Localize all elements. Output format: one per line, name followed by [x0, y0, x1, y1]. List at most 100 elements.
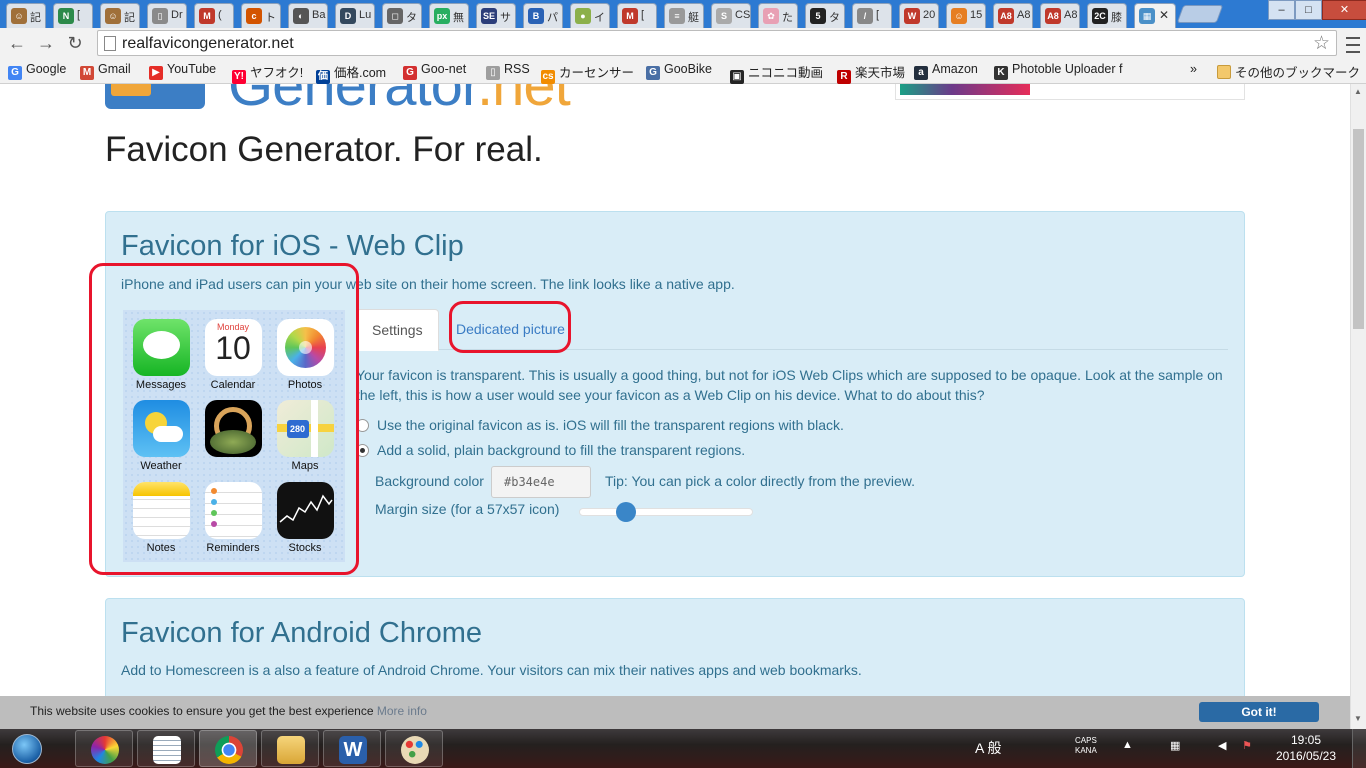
taskbar-word[interactable]: W	[323, 730, 381, 767]
taskbar-explorer[interactable]	[261, 730, 319, 767]
page-scrollbar[interactable]: ▲ ▼	[1350, 84, 1366, 729]
scroll-down-icon[interactable]: ▼	[1354, 714, 1362, 723]
minimize-button[interactable]: –	[1268, 0, 1295, 20]
cookie-more-info-link[interactable]: More info	[377, 704, 427, 718]
taskbar-chrome[interactable]	[199, 730, 257, 767]
bookmark-item[interactable]: G GooBike	[646, 62, 712, 80]
browser-tab[interactable]: N[	[53, 3, 93, 28]
browser-tab[interactable]: ✿ た	[758, 3, 798, 28]
site-logo-graphic[interactable]	[105, 84, 205, 109]
android-chrome-panel: Favicon for Android Chrome Add to Homesc…	[105, 598, 1245, 696]
bookmark-item[interactable]: R 楽天市場	[837, 62, 905, 84]
bookmark-item[interactable]: K Photoble Uploader f	[994, 62, 1123, 80]
other-bookmarks-folder[interactable]: その他のブックマーク	[1217, 62, 1360, 81]
folder-icon	[277, 736, 305, 764]
back-button[interactable]: ←	[6, 32, 28, 54]
bookmark-item[interactable]: a Amazon	[914, 62, 978, 80]
bookmark-item[interactable]: cs カーセンサー	[541, 62, 634, 84]
margin-slider-track[interactable]	[579, 508, 753, 516]
ad-image[interactable]	[900, 84, 1030, 95]
browser-tab[interactable]: cト	[241, 3, 281, 28]
tray-expand-icon[interactable]: ▲	[1122, 739, 1133, 751]
bookmark-favicon-icon: ▣	[730, 70, 744, 84]
browser-tab[interactable]: ● イ	[570, 3, 610, 28]
bookmark-favicon-icon: Y!	[232, 70, 246, 84]
chrome-menu-button[interactable]	[1343, 32, 1363, 54]
browser-tab[interactable]: /[	[852, 3, 892, 28]
site-logo-text[interactable]: Generator.net	[228, 84, 571, 119]
action-center-icon[interactable]: ⚑	[1242, 739, 1252, 752]
taskbar-clock[interactable]: 19:05 2016/05/23	[1270, 732, 1342, 764]
browser-tab[interactable]: ◻ タ	[382, 3, 422, 28]
browser-tab[interactable]: ≡ 艇	[664, 3, 704, 28]
close-window-button[interactable]: ✕	[1322, 0, 1366, 20]
url-text[interactable]: realfavicongenerator.net	[122, 35, 294, 53]
browser-tab[interactable]: W 20	[899, 3, 939, 28]
browser-tab[interactable]: A8 A8	[1040, 3, 1080, 28]
bookmarks-overflow-button[interactable]: »	[1190, 62, 1197, 76]
tab-settings[interactable]: Settings	[356, 309, 439, 351]
browser-tab[interactable]: ☺ 記	[100, 3, 140, 28]
tab-title: Dr	[171, 9, 183, 21]
ime-indicator[interactable]: A 般	[975, 738, 1001, 758]
browser-tab[interactable]: ▯ Dr	[147, 3, 187, 28]
bookmark-item[interactable]: ▯ RSS	[486, 62, 530, 80]
advertisement[interactable]	[895, 84, 1245, 100]
cookie-message: This website uses cookies to ensure you …	[30, 704, 374, 718]
caps-label: CAPS	[1075, 736, 1097, 745]
bookmark-favicon-icon: 価	[316, 70, 330, 84]
browser-tab[interactable]: Bパ	[523, 3, 563, 28]
annotation-box-dedicated-tab	[449, 301, 571, 353]
tab-close-icon[interactable]: ✕	[1159, 8, 1172, 22]
tab-title: (	[218, 9, 222, 21]
margin-size-label: Margin size (for a 57x57 icon)	[375, 501, 560, 517]
tab-active[interactable]: ▦ ✕	[1134, 3, 1176, 28]
browser-tab[interactable]: ◐ Ba	[288, 3, 328, 28]
browser-tab[interactable]: ☺ 15	[946, 3, 986, 28]
bookmark-item[interactable]: G Goo-net	[403, 62, 466, 80]
bookmark-label: Goo-net	[421, 62, 467, 76]
bookmark-item[interactable]: M Gmail	[80, 62, 131, 80]
browser-tab[interactable]: A8 A8	[993, 3, 1033, 28]
scrollbar-thumb[interactable]	[1353, 129, 1364, 329]
forward-button[interactable]: →	[35, 32, 57, 54]
bookmark-item[interactable]: Y! ヤフオク!	[232, 62, 303, 84]
bg-color-tip: Tip: You can pick a color directly from …	[605, 473, 915, 489]
browser-tab[interactable]: 2C 膝	[1087, 3, 1127, 28]
browser-tab[interactable]: 5タ	[805, 3, 845, 28]
browser-tab[interactable]: px 無	[429, 3, 469, 28]
browser-tab[interactable]: M[	[617, 3, 657, 28]
browser-tab[interactable]: SE サ	[476, 3, 516, 28]
option-solid-label: Add a solid, plain background to fill th…	[377, 442, 746, 458]
start-button[interactable]	[2, 730, 50, 768]
clock-time: 19:05	[1290, 733, 1322, 747]
reload-button[interactable]: ↻	[64, 32, 86, 54]
scroll-up-icon[interactable]: ▲	[1354, 87, 1362, 96]
new-tab-button[interactable]	[1176, 5, 1224, 23]
taskbar-picasa[interactable]	[75, 730, 133, 767]
tab-favicon-icon: M	[199, 8, 215, 24]
show-desktop-button[interactable]	[1352, 729, 1366, 768]
bookmark-item[interactable]: 価価格.com	[316, 62, 386, 84]
maximize-button[interactable]: □	[1295, 0, 1322, 20]
volume-icon[interactable]: ◀	[1218, 739, 1226, 752]
margin-slider-handle[interactable]	[615, 502, 636, 522]
taskbar-paint[interactable]	[385, 730, 443, 767]
bg-color-input[interactable]: #b34e4e	[491, 466, 591, 498]
bookmark-item[interactable]: ▣ ニコニコ動画	[730, 62, 823, 84]
browser-tab[interactable]: S CS	[711, 3, 751, 28]
network-icon[interactable]: ▦	[1170, 739, 1180, 752]
bookmark-item[interactable]: G Google	[8, 62, 66, 80]
browser-tab[interactable]: D Lu	[335, 3, 375, 28]
bookmark-label: ヤフオク!	[250, 66, 304, 80]
bookmark-item[interactable]: ▶ YouTube	[149, 62, 216, 80]
cookie-accept-button[interactable]: Got it!	[1199, 702, 1319, 722]
bookmark-star-icon[interactable]: ☆	[1313, 32, 1330, 55]
browser-tab[interactable]: M(	[194, 3, 234, 28]
browser-tab[interactable]: ☺ 記	[6, 3, 46, 28]
taskbar-notepad[interactable]	[137, 730, 195, 767]
option-original-row[interactable]: Use the original favicon as is. iOS will…	[356, 417, 844, 433]
bookmark-favicon-icon: cs	[541, 70, 555, 84]
option-solid-row[interactable]: Add a solid, plain background to fill th…	[356, 442, 745, 458]
address-bar[interactable]: realfavicongenerator.net ☆	[97, 30, 1337, 56]
